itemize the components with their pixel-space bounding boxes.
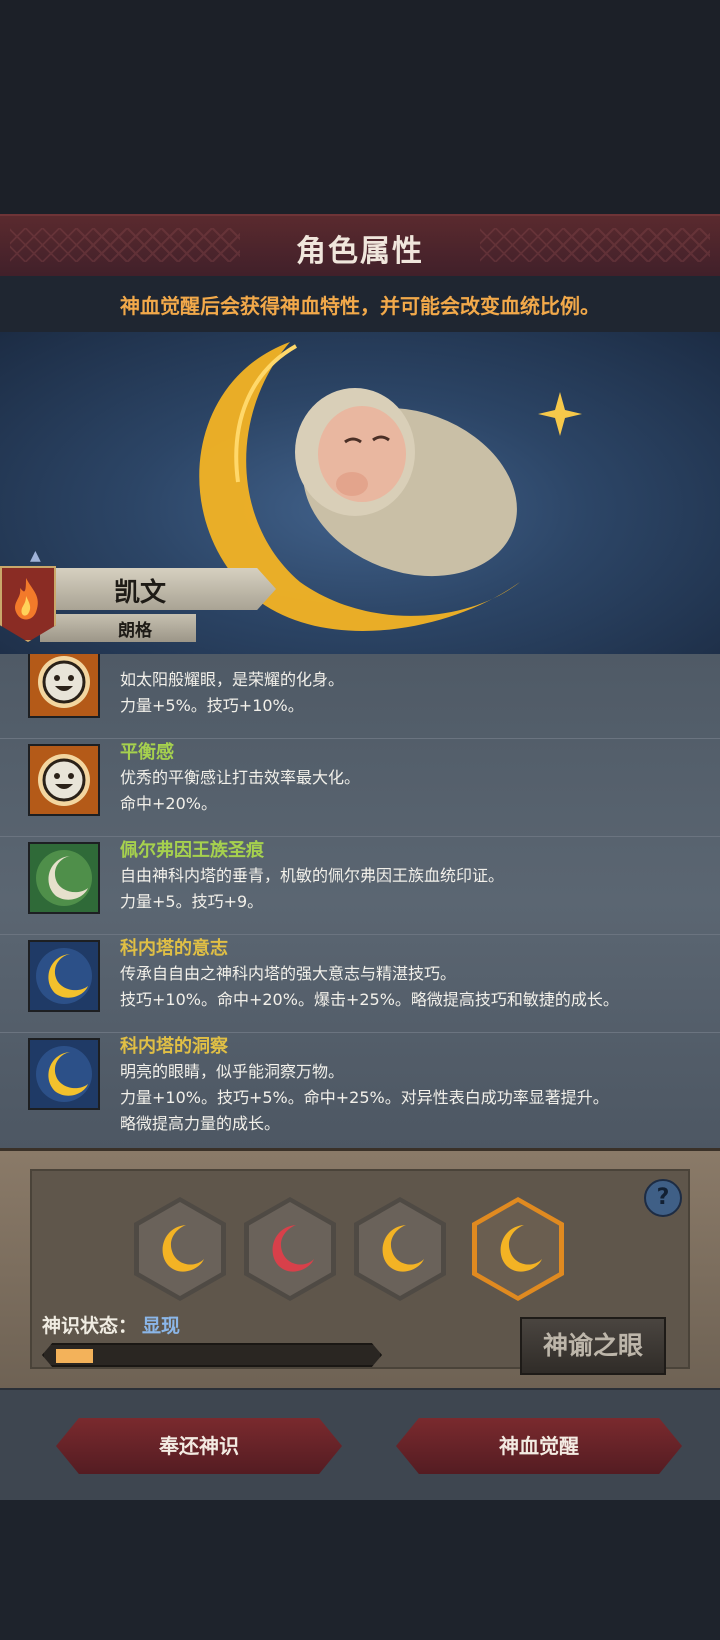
trait-item[interactable]: 如太阳般耀眼，是荣耀的化身。 力量+5%。技巧+10%。 <box>0 654 720 739</box>
sparkle-icon <box>538 392 582 436</box>
trait-stats: 力量+10%。技巧+5%。命中+25%。对异性表白成功率显著提升。 <box>120 1088 609 1107</box>
background-bottom <box>0 1500 720 1640</box>
bottom-action-bar: 奉还神识 神血觉醒 <box>0 1388 720 1502</box>
page-subtitle: 神血觉醒后会获得神血特性，并可能会改变血统比例。 <box>120 294 600 318</box>
trait-stats: 力量+5。技巧+9。 <box>120 892 264 911</box>
trait-name: 科内塔的意志 <box>120 938 228 959</box>
bloodline-slot-1[interactable] <box>134 1197 226 1301</box>
trait-name: 平衡感 <box>120 742 174 763</box>
bloodline-slot-4[interactable] <box>472 1197 564 1301</box>
trait-stats: 技巧+10%。命中+20%。爆击+25%。略微提高技巧和敏捷的成长。 <box>120 990 619 1009</box>
trait-item[interactable]: 佩尔弗因王族圣痕 自由神科内塔的垂青，机敏的佩尔弗因王族血统印证。 力量+5。技… <box>0 836 720 935</box>
divine-state-value: 显现 <box>142 1315 181 1337</box>
trait-name: 佩尔弗因王族圣痕 <box>120 840 264 861</box>
divine-sense-frame: ? 神识状态： 显现 神谕之眼 <box>30 1169 690 1375</box>
help-button[interactable]: ? <box>644 1179 682 1217</box>
trait-item[interactable]: 科内塔的意志 传承自自由之神科内塔的强大意志与精湛技巧。 技巧+10%。命中+2… <box>0 934 720 1033</box>
title-band: 角色属性 <box>0 214 720 278</box>
gold-crescent-icon <box>28 1038 100 1110</box>
trait-description: 明亮的眼睛，似乎能洞察万物。 <box>120 1062 345 1081</box>
swaddled-baby-icon <box>295 388 517 577</box>
trait-item[interactable]: 平衡感 优秀的平衡感让打击效率最大化。 命中+20%。 <box>0 738 720 837</box>
subtitle-bar: 神血觉醒后会获得神血特性，并可能会改变血统比例。 <box>0 276 720 332</box>
trait-stats: 命中+20%。 <box>120 794 217 813</box>
character-surname: 朗格 <box>118 621 152 641</box>
page-title: 角色属性 <box>296 234 424 269</box>
white-crescent-icon <box>28 842 100 914</box>
character-name: 凯文 <box>113 578 166 608</box>
trait-description: 自由神科内塔的垂青，机敏的佩尔弗因王族血统印证。 <box>120 866 505 885</box>
rank-icon: ▲ <box>30 548 41 564</box>
oracle-eye-button[interactable]: 神谕之眼 <box>520 1317 666 1375</box>
divine-state-label: 神识状态： <box>42 1315 138 1337</box>
bloodline-slot-2[interactable] <box>244 1197 336 1301</box>
blood-awaken-button[interactable]: 神血觉醒 <box>396 1418 682 1474</box>
trait-description: 优秀的平衡感让打击效率最大化。 <box>120 768 361 787</box>
trait-stats-extra: 略微提高力量的成长。 <box>120 1114 281 1133</box>
gold-crescent-icon <box>162 1225 204 1272</box>
trait-name: 科内塔的洞察 <box>120 1036 228 1057</box>
trait-stats: 力量+5%。技巧+10%。 <box>120 696 304 715</box>
divine-progress-fill <box>56 1349 93 1363</box>
trait-item[interactable]: 科内塔的洞察 明亮的眼睛，似乎能洞察万物。 力量+10%。技巧+5%。命中+25… <box>0 1032 720 1148</box>
trait-description: 如太阳般耀眼，是荣耀的化身。 <box>120 670 345 689</box>
divine-sense-panel: ? 神识状态： 显现 神谕之眼 <box>0 1148 720 1391</box>
sun-face-icon <box>28 654 100 718</box>
sun-face-icon <box>28 744 100 816</box>
gold-crescent-icon <box>382 1225 424 1272</box>
red-crescent-icon <box>272 1225 314 1272</box>
bloodline-slot-3[interactable] <box>354 1197 446 1301</box>
name-banner: ▲ 凯文 朗格 <box>0 548 300 648</box>
divine-progress-bar <box>42 1343 382 1367</box>
gold-crescent-icon <box>28 940 100 1012</box>
gold-crescent-icon <box>500 1225 542 1272</box>
trait-list[interactable]: 如太阳般耀眼，是荣耀的化身。 力量+5%。技巧+10%。 平衡感 优秀的平衡感让… <box>0 654 720 1148</box>
return-divine-sense-button[interactable]: 奉还神识 <box>56 1418 342 1474</box>
trait-description: 传承自自由之神科内塔的强大意志与精湛技巧。 <box>120 964 457 983</box>
